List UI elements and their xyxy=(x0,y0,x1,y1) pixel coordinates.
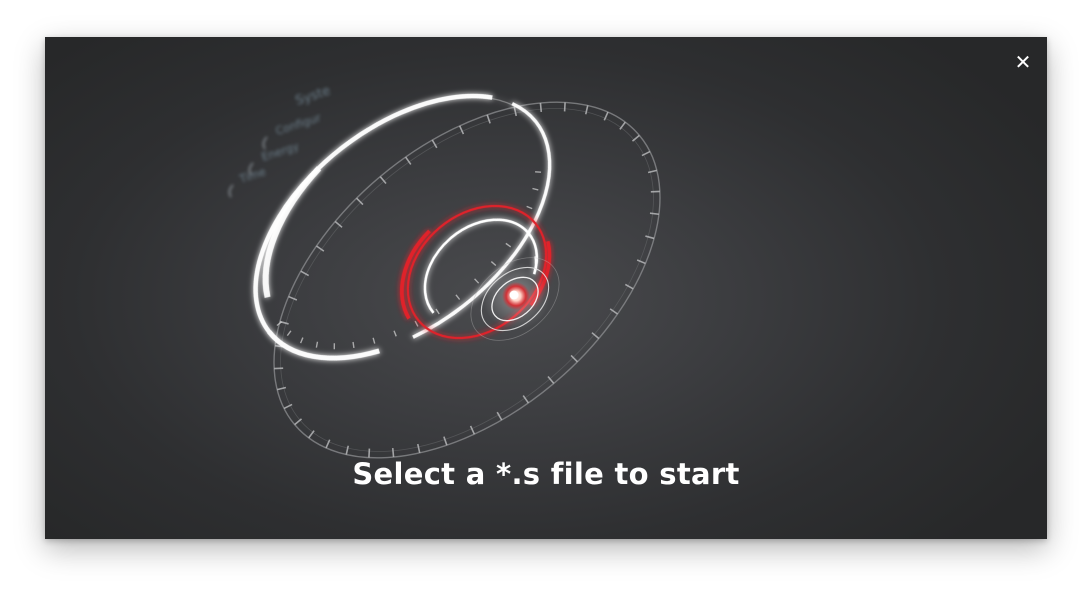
inner-tick xyxy=(532,187,539,191)
hud-label-energy: Energy xyxy=(260,139,301,163)
red-orbit xyxy=(399,204,552,340)
dial-tick xyxy=(308,430,315,439)
dial-tick xyxy=(563,102,566,112)
dial-tick xyxy=(416,443,421,454)
intro-dialog: Syste Configur Energy Time ✕ Select a *.… xyxy=(45,37,1047,539)
inner-tick xyxy=(352,341,355,349)
dial-tick xyxy=(650,190,660,193)
dial-tick xyxy=(631,134,640,142)
inner-tick xyxy=(286,330,292,337)
inner-tick xyxy=(333,343,336,350)
dial-tick xyxy=(391,447,395,458)
svg-text:Configur: Configur xyxy=(274,111,323,138)
dial-tick xyxy=(274,367,284,370)
close-icon: ✕ xyxy=(1014,50,1032,74)
inner-tick xyxy=(474,278,480,284)
core-center xyxy=(509,290,519,300)
inner-tick xyxy=(393,330,397,337)
inner-tick xyxy=(372,337,376,344)
dial-tick xyxy=(539,102,543,113)
select-file-prompt: Select a *.s file to start xyxy=(352,457,740,491)
close-button[interactable]: ✕ xyxy=(1011,50,1035,74)
inner-tick xyxy=(490,261,497,267)
svg-text:Syste: Syste xyxy=(294,83,333,108)
inner-tick xyxy=(435,308,440,315)
dial-tick xyxy=(649,212,660,216)
hud-label-time: Time xyxy=(237,165,268,186)
inner-tick xyxy=(315,341,319,348)
inner-tick xyxy=(505,242,512,248)
inner-tick xyxy=(526,205,533,210)
inner-tick xyxy=(535,171,542,173)
dial-tick xyxy=(294,418,303,426)
hud-labels: Syste Configur Energy Time xyxy=(228,83,333,198)
inner-tick xyxy=(455,294,461,300)
inner-tick xyxy=(299,337,304,344)
dial-tick xyxy=(619,121,626,130)
inner-tick xyxy=(414,320,419,327)
outer-dial xyxy=(273,101,661,459)
